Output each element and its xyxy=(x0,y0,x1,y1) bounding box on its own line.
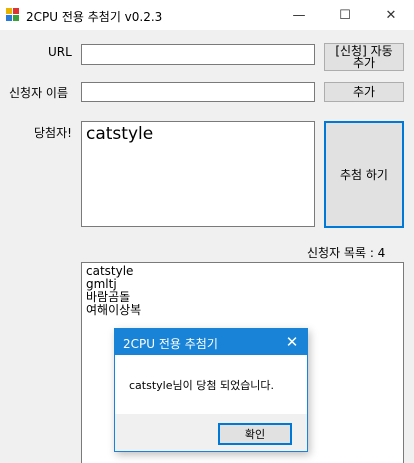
ok-button[interactable]: 확인 xyxy=(218,423,292,445)
dialog-title-bar: 2CPU 전용 추첨기 ✕ xyxy=(115,329,307,355)
url-input[interactable] xyxy=(81,44,315,65)
minimize-button[interactable]: — xyxy=(276,0,322,30)
applicant-label: 신청자 이름 xyxy=(9,86,69,100)
dialog-title: 2CPU 전용 추첨기 xyxy=(123,337,218,351)
dialog-close-button[interactable]: ✕ xyxy=(283,333,301,351)
winner-textbox[interactable]: catstyle xyxy=(81,121,315,227)
close-icon: ✕ xyxy=(385,7,397,23)
applicant-count-label: 신청자 목록 : 4 xyxy=(307,246,386,260)
list-item[interactable]: 여해이상복 xyxy=(86,304,399,317)
winner-dialog: 2CPU 전용 추첨기 ✕ catstyle님이 당첨 되었습니다. 확인 xyxy=(114,328,308,452)
window-title: 2CPU 전용 추첨기 v0.2.3 xyxy=(26,10,163,24)
url-label: URL xyxy=(48,45,72,59)
minimize-icon: — xyxy=(292,7,306,23)
list-item[interactable]: catstyle xyxy=(86,265,399,278)
dialog-message: catstyle님이 당첨 되었습니다. xyxy=(129,379,275,392)
auto-add-button[interactable]: [신청] 자동 추가 xyxy=(324,43,404,71)
auto-add-button-line2: 추가 xyxy=(352,56,376,70)
app-icon xyxy=(6,8,20,22)
maximize-button[interactable]: ☐ xyxy=(322,0,368,30)
close-icon: ✕ xyxy=(285,333,299,351)
applicant-input[interactable] xyxy=(81,82,315,102)
close-button[interactable]: ✕ xyxy=(368,0,414,30)
draw-button[interactable]: 추첨 하기 xyxy=(324,121,404,228)
list-item[interactable]: gmltj xyxy=(86,278,399,291)
title-bar: 2CPU 전용 추첨기 v0.2.3 — ☐ ✕ xyxy=(0,0,414,30)
dialog-footer: 확인 xyxy=(115,414,307,451)
add-button[interactable]: 추가 xyxy=(324,82,404,102)
winner-label: 당첨자! xyxy=(34,126,72,140)
maximize-icon: ☐ xyxy=(339,7,351,23)
